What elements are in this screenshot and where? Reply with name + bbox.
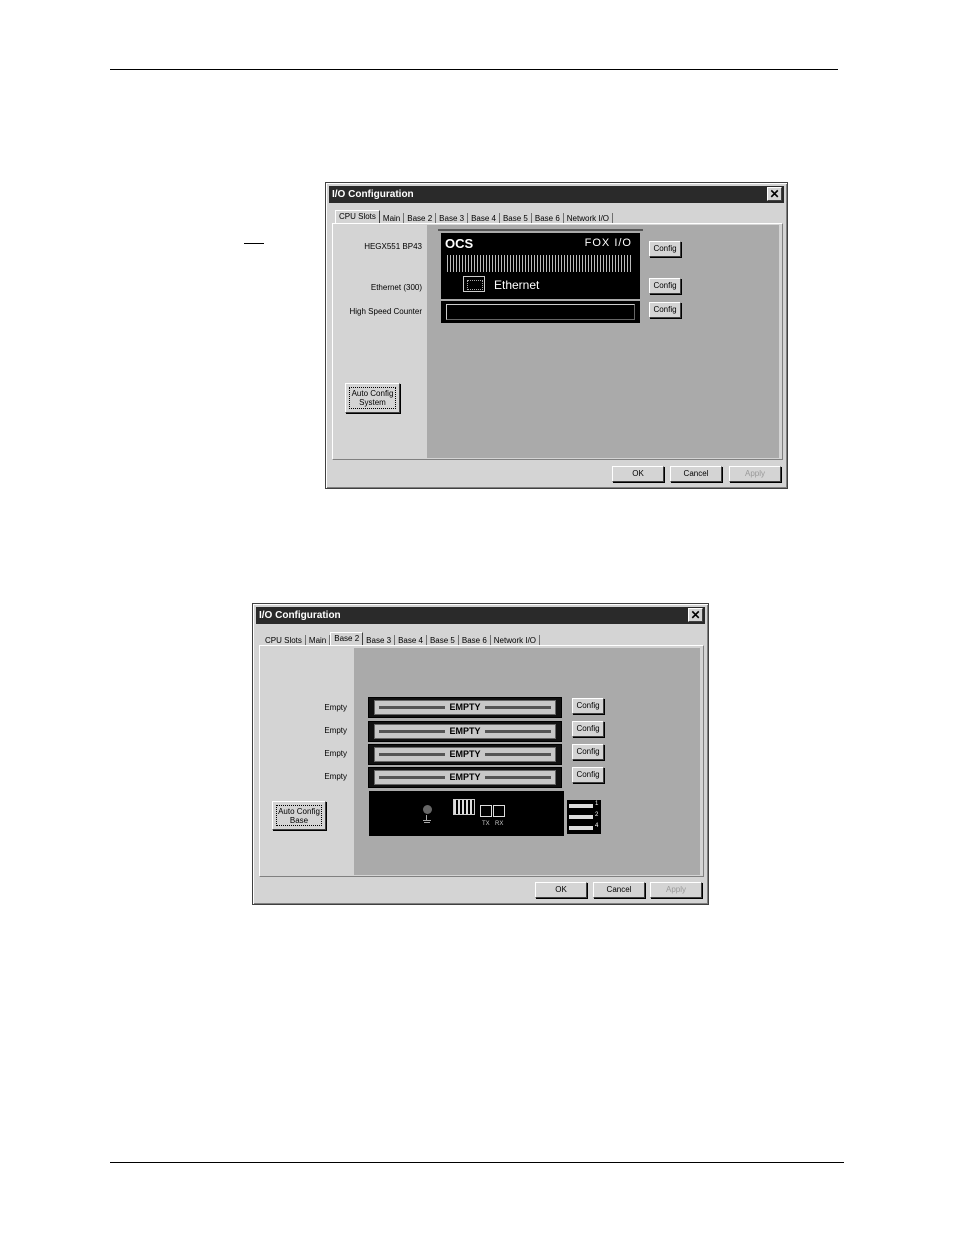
ground-icon [423, 805, 432, 814]
cancel-button[interactable]: Cancel [670, 466, 722, 482]
ok-button[interactable]: OK [612, 466, 664, 482]
tab-cpu-slots[interactable]: CPU Slots [335, 210, 380, 224]
auto-config-base-button[interactable]: Auto Config Base [272, 801, 326, 830]
close-icon[interactable]: ✕ [767, 187, 782, 201]
empty-slot-4: EMPTY [368, 767, 562, 788]
tx-label: TX [482, 821, 490, 827]
slot-label-cpu: HEGX551 BP43 [364, 242, 422, 251]
apply-button[interactable]: Apply [650, 882, 702, 898]
cpu-module-graphic: OCS FOX I/O Ethernet [438, 229, 643, 299]
empty-slot-2: EMPTY [368, 721, 562, 742]
tx-port-icon [480, 805, 492, 817]
dialog-title-bar: I/O Configuration ✕ [256, 607, 705, 624]
slot-label-ethernet: Ethernet (300) [370, 283, 422, 292]
io-configuration-dialog-base-2: I/O Configuration ✕ CPU Slots Main Base 2B… [252, 603, 709, 905]
io-configuration-dialog-cpu-slots: I/O Configuration ✕ CPU Slots Main Base 2B… [325, 182, 788, 489]
config-button-slot-1[interactable]: Config [572, 698, 604, 714]
config-button-hsc[interactable]: Config [649, 302, 681, 318]
vent-stripes [447, 255, 633, 272]
config-button-cpu[interactable]: Config [649, 241, 681, 257]
base-number-indicator: 1 2 4 [567, 800, 601, 834]
ethernet-port-icon [463, 276, 485, 292]
rx-port-icon [493, 805, 505, 817]
apply-button[interactable]: Apply [729, 466, 781, 482]
header-rule [110, 69, 838, 70]
config-button-slot-4[interactable]: Config [572, 767, 604, 783]
ethernet-port-label: Ethernet [494, 278, 540, 292]
config-button-slot-2[interactable]: Config [572, 721, 604, 737]
dialog-title-bar: I/O Configuration ✕ [329, 186, 784, 203]
auto-config-system-button[interactable]: Auto Config System [345, 383, 400, 413]
slot-label-hsc: High Speed Counter [349, 307, 423, 316]
config-button-ethernet[interactable]: Config [649, 278, 681, 294]
empty-slot-3: EMPTY [368, 744, 562, 765]
slot-label-1: Empty [324, 703, 347, 712]
slot-label-3: Empty [324, 749, 347, 758]
rx-label: RX [495, 821, 504, 827]
brand-ocs: OCS [445, 236, 474, 251]
ok-button[interactable]: OK [535, 882, 587, 898]
empty-slot-1: EMPTY [368, 697, 562, 718]
dip-switch-icon [453, 799, 475, 815]
base-module-graphic: TX RX [369, 791, 564, 836]
margin-mark [244, 243, 264, 244]
slot-label-4: Empty [324, 772, 347, 781]
slot-label-2: Empty [324, 726, 347, 735]
dialog-title: I/O Configuration [259, 610, 341, 621]
tab-base-2[interactable]: Base 2 [330, 632, 364, 646]
cancel-button[interactable]: Cancel [593, 882, 645, 898]
brand-fox-io: FOX I/O [584, 237, 632, 249]
footer-rule [110, 1162, 844, 1163]
hsc-module-graphic [441, 301, 640, 323]
config-button-slot-3[interactable]: Config [572, 744, 604, 760]
dialog-title: I/O Configuration [332, 189, 414, 200]
close-icon[interactable]: ✕ [688, 608, 703, 622]
